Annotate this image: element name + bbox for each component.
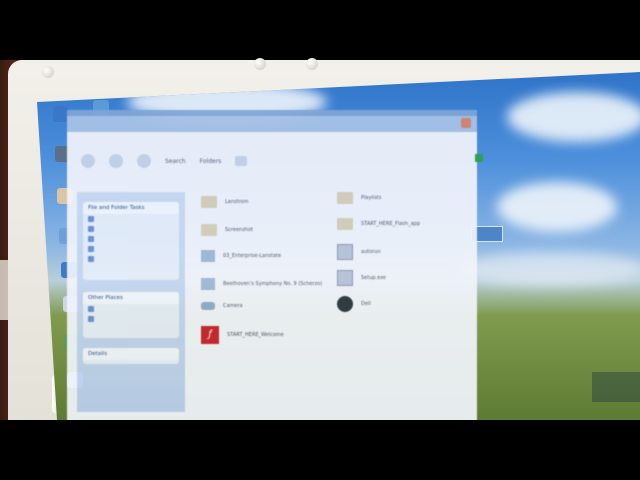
file-name: 03_Enterprise-Lanstate [223,253,282,259]
file-list: Lanstrom Playlists Screenshot START_HERE… [197,190,472,420]
panel-title[interactable]: File and Folder Tasks [83,202,179,214]
bezel-screw-right [306,58,318,70]
folders-button[interactable]: Folders [200,158,222,165]
list-item[interactable]: autorun [337,244,467,260]
list-item[interactable]: Lanstrom [201,196,331,208]
details-panel: Details [83,348,179,364]
task-item[interactable] [83,214,179,224]
folder-icon [337,192,353,204]
place-icon [88,306,94,312]
file-name: Camera [223,303,243,309]
place-item[interactable] [83,314,179,324]
flash-icon: ƒ [201,326,219,344]
task-item[interactable] [83,254,179,264]
search-button[interactable]: Search [165,158,186,165]
close-icon[interactable] [461,118,471,128]
task-icon [88,216,94,222]
task-icon [88,236,94,242]
file-name: Beethoven's Symphony No. 9 (Scherzo) [223,281,323,287]
task-icon [88,226,94,232]
audio-icon [201,250,215,262]
file-name: Dell [361,301,371,307]
letterbox-top [0,0,640,60]
window-titlebar[interactable] [67,116,477,132]
up-folder-icon[interactable] [137,154,151,168]
explorer-toolbar: Search Folders [67,144,491,178]
back-icon[interactable] [81,154,95,168]
dell-logo-icon [337,296,353,312]
folder-icon [201,196,217,208]
forward-icon[interactable] [109,154,123,168]
task-item[interactable] [83,244,179,254]
file-name: Setup.exe [361,275,387,281]
bezel-screw-center [254,58,266,70]
bezel-screw-left [42,66,54,78]
cloud [497,182,617,232]
go-icon[interactable] [475,154,483,162]
list-item[interactable]: ƒ START_HERE_Welcome [201,326,331,344]
task-pane: File and Folder Tasks Other Places Detai… [77,192,185,412]
list-item[interactable]: Dell [337,296,467,312]
cloud [507,92,640,142]
panel-title[interactable]: Other Places [83,292,179,304]
list-item[interactable]: Beethoven's Symphony No. 9 (Scherzo) [201,278,331,290]
file-name: START_HERE_Flash_app [361,221,420,227]
address-bar[interactable] [77,180,467,190]
list-item[interactable]: 03_Enterprise-Lanstate [201,250,331,262]
file-name: Playlists [361,195,382,201]
list-item[interactable]: Screenshot [201,224,331,236]
letterbox-bottom [0,420,640,480]
list-item[interactable]: Camera [201,302,331,310]
folder-icon [337,218,353,230]
task-item[interactable] [83,234,179,244]
laptop-screen: Search Folders File and Folder Tasks Oth… [37,72,640,420]
list-item[interactable]: START_HERE_Flash_app [337,218,467,230]
file-name: autorun [361,249,381,255]
views-icon[interactable] [235,156,248,166]
task-icon [88,246,94,252]
task-item[interactable] [83,224,179,234]
system-tray[interactable] [592,372,640,402]
camera-icon [201,302,215,310]
place-item[interactable] [83,304,179,314]
place-icon [88,316,94,322]
panel-title[interactable]: Details [83,348,179,360]
list-item[interactable]: Setup.exe [337,270,467,286]
file-name: Screenshot [225,227,253,233]
list-item[interactable]: Playlists [337,192,467,204]
task-icon [88,256,94,262]
other-places-panel: Other Places [83,292,179,338]
explorer-window[interactable]: Search Folders File and Folder Tasks Oth… [67,110,483,420]
cloud [457,252,640,286]
setup-icon [337,270,353,286]
audio-icon [201,278,215,290]
file-name: START_HERE_Welcome [227,332,284,338]
file-folder-tasks-panel: File and Folder Tasks [83,202,179,280]
file-name: Lanstrom [225,199,249,205]
folder-icon [201,224,217,236]
setup-icon [337,244,353,260]
